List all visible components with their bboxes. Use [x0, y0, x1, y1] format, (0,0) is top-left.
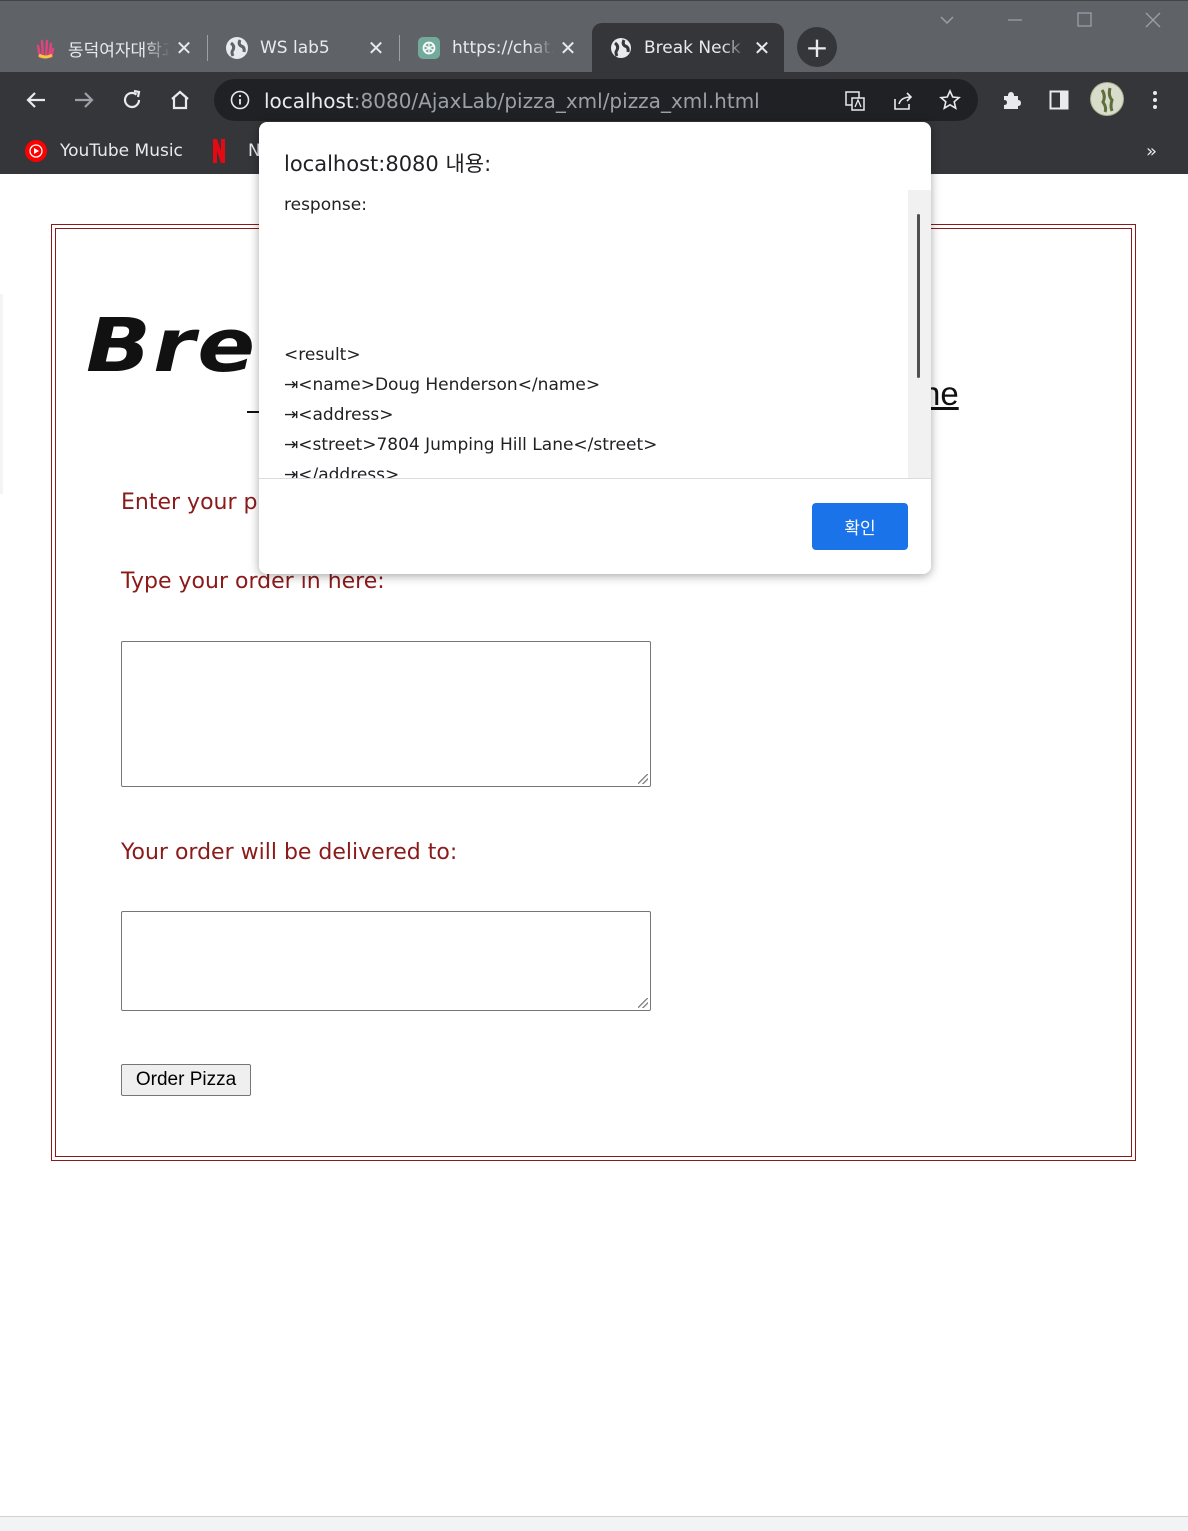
bookmark-label: YouTube Music	[60, 141, 183, 161]
tab-label: Break Neck Pizza	[644, 38, 748, 58]
home-icon[interactable]	[164, 84, 196, 116]
side-panel-icon[interactable]	[1043, 84, 1075, 116]
bookmark-youtube-music[interactable]: YouTube Music	[24, 136, 183, 166]
delivery-label: Your order will be delivered to:	[121, 840, 458, 865]
url-path: :8080/AjaxLab/pizza_xml/pizza_xml.html	[353, 89, 760, 113]
tab-break-neck[interactable]: Break Neck Pizza ✕	[592, 23, 784, 73]
dialog-body[interactable]: response: <result> ⇥<name>Doug Henderson…	[259, 190, 931, 478]
menu-kebab-icon[interactable]	[1139, 84, 1171, 116]
globe-icon	[610, 37, 632, 59]
order-textarea[interactable]	[121, 641, 651, 787]
netflix-icon	[208, 138, 230, 164]
tab-label: 동덕여자대학교	[68, 40, 170, 61]
resize-grip-icon[interactable]	[638, 998, 648, 1008]
order-pizza-button[interactable]: Order Pizza	[121, 1064, 251, 1096]
profile-avatar[interactable]	[1090, 82, 1124, 116]
address-textarea[interactable]	[121, 911, 651, 1011]
dialog-ok-button[interactable]: 확인	[812, 503, 908, 550]
back-arrow-icon[interactable]	[20, 84, 52, 116]
bottom-edge	[0, 1516, 1188, 1531]
close-icon[interactable]: ✕	[170, 36, 198, 60]
extensions-puzzle-icon[interactable]	[995, 84, 1027, 116]
forward-arrow-icon[interactable]	[68, 84, 100, 116]
globe-icon	[226, 37, 248, 59]
new-tab-button[interactable]: +	[797, 27, 837, 67]
openai-icon	[418, 37, 440, 59]
tab-ws-lab5[interactable]: WS lab5 ✕	[208, 23, 398, 73]
bookmarks-overflow-button[interactable]: »	[1146, 136, 1157, 166]
browser-toolbar: localhost:8080/AjaxLab/pizza_xml/pizza_x…	[0, 72, 1188, 128]
reload-icon[interactable]	[116, 84, 148, 116]
tab-search-icon[interactable]	[938, 11, 956, 34]
alert-dialog: localhost:8080 내용: response: <result> ⇥<…	[259, 122, 931, 574]
info-icon[interactable]	[230, 90, 250, 114]
dialog-message: response: <result> ⇥<name>Doug Henderson…	[284, 195, 658, 478]
address-bar[interactable]: localhost:8080/AjaxLab/pizza_xml/pizza_x…	[214, 79, 978, 121]
minimize-icon[interactable]	[1006, 11, 1024, 34]
bookmark-netflix[interactable]: N	[208, 136, 261, 166]
tab-dongduk[interactable]: 동덕여자대학교 ✕	[16, 23, 206, 73]
youtube-music-icon	[24, 139, 48, 163]
resize-grip-icon[interactable]	[638, 774, 648, 784]
url-host: localhost	[264, 89, 354, 113]
bookmark-star-icon[interactable]	[939, 89, 961, 115]
translate-icon[interactable]	[844, 90, 866, 116]
dialog-scrollbar[interactable]	[908, 190, 931, 478]
phone-label: Enter your pl	[121, 490, 264, 515]
tab-label: WS lab5	[260, 38, 330, 58]
scrollbar-thumb[interactable]	[917, 214, 920, 378]
dialog-title: localhost:8080 내용:	[284, 152, 492, 176]
close-icon[interactable]: ✕	[362, 36, 390, 60]
tab-label: https://chat.openai.com	[452, 38, 554, 58]
url-text: localhost:8080/AjaxLab/pizza_xml/pizza_x…	[264, 89, 760, 113]
maximize-icon[interactable]	[1076, 11, 1094, 34]
hand-logo-icon	[34, 37, 56, 59]
close-icon[interactable]: ✕	[748, 36, 776, 60]
close-icon[interactable]: ✕	[554, 36, 582, 60]
tab-strip: 동덕여자대학교 ✕ WS lab5 ✕ https://chat.openai.…	[0, 0, 1188, 73]
window-close-icon[interactable]	[1144, 11, 1162, 34]
tab-chatgpt[interactable]: https://chat.openai.com ✕	[400, 23, 590, 73]
share-icon[interactable]	[892, 90, 914, 116]
